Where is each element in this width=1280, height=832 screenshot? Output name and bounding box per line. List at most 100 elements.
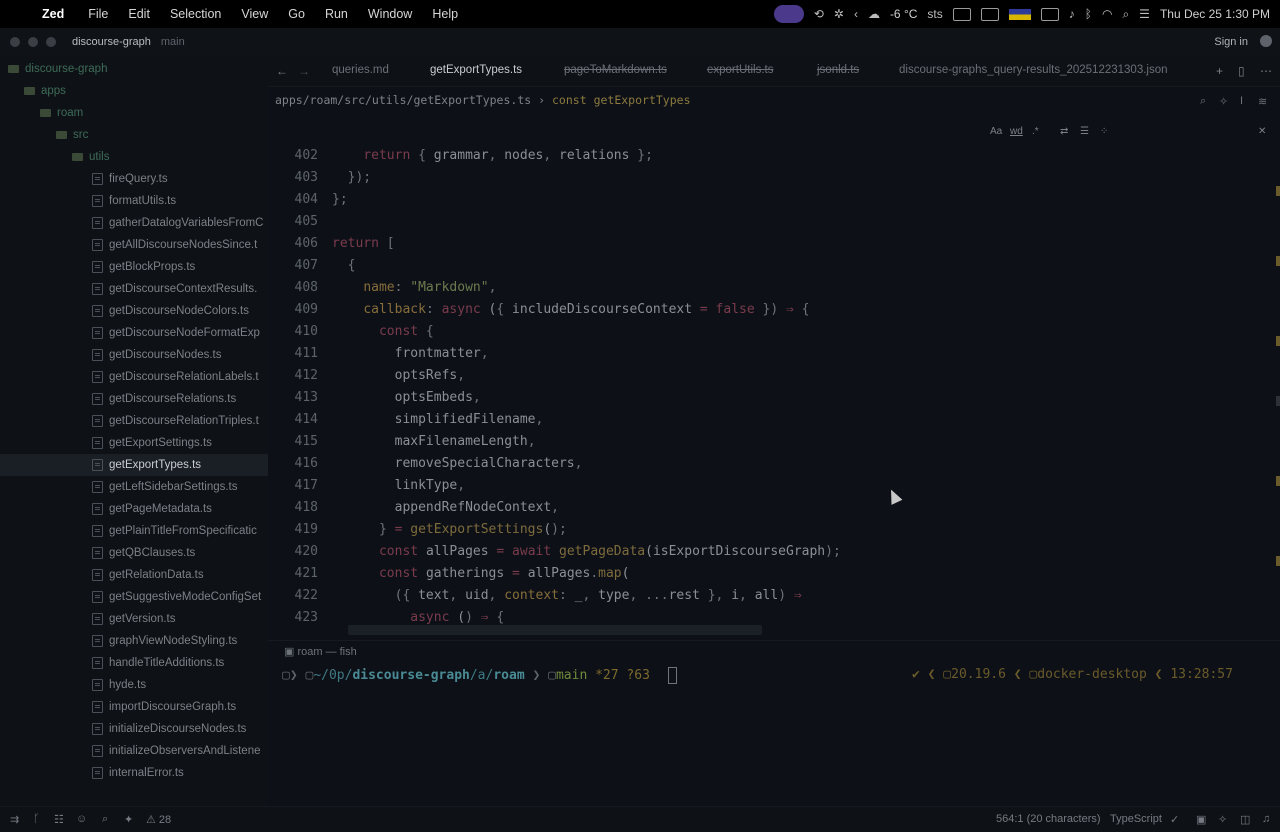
code-editor[interactable]: 402 return { grammar, nodes, relations }… (268, 146, 1268, 636)
window-minimize-button[interactable] (28, 37, 38, 47)
language-selector[interactable]: TypeScript (1110, 813, 1162, 825)
wifi-icon[interactable]: ◠ (1102, 7, 1112, 21)
terminal-prompt[interactable]: ▢❯ ▢~/0p/discourse-graph/a/roam ❯ ▢main … (282, 667, 1272, 684)
horizontal-scrollbar[interactable] (348, 625, 762, 635)
breadcrumb[interactable]: apps/roam/src/utils/getExportTypes.ts › … (275, 93, 691, 107)
avatar[interactable] (1260, 35, 1272, 47)
more-icon[interactable]: ⋯ (1260, 64, 1272, 78)
menu-app-name[interactable]: Zed (42, 7, 64, 21)
code-line[interactable]: removeSpecialCharacters, (332, 456, 583, 471)
code-line[interactable]: const allPages = await getPageData(isExp… (332, 544, 841, 559)
tree-file[interactable]: initializeObserversAndListene (0, 740, 268, 762)
menu-help[interactable]: Help (432, 7, 458, 21)
menu-go[interactable]: Go (288, 7, 305, 21)
spotlight-search-icon[interactable]: ⌕ (1122, 7, 1129, 22)
code-line[interactable]: maxFilenameLength, (332, 434, 536, 449)
code-line[interactable]: }); (332, 170, 372, 185)
navigate-back-icon[interactable]: ← (276, 64, 288, 78)
case-sensitive-toggle[interactable]: Aa (990, 126, 1002, 137)
bluetooth-icon[interactable]: ᛒ (1085, 7, 1092, 21)
breadcrumb-path[interactable]: apps/roam/src/utils/getExportTypes.ts (275, 93, 531, 107)
code-line[interactable]: { (332, 258, 356, 273)
agent-icon[interactable]: ✧ (1218, 813, 1227, 826)
tree-file[interactable]: importDiscourseGraph.ts (0, 696, 268, 718)
search-icon[interactable]: ⌕ (1200, 95, 1206, 108)
tree-file[interactable]: getVersion.ts (0, 608, 268, 630)
code-line[interactable]: callback: async ({ includeDiscourseConte… (332, 302, 809, 317)
tree-folder-src[interactable]: src (0, 124, 268, 146)
collab-icon[interactable]: ☺ (76, 813, 87, 825)
menu-window[interactable]: Window (368, 7, 412, 21)
tree-file[interactable]: internalError.ts (0, 762, 268, 784)
terminal-tab[interactable]: ▣ roam — fish (284, 645, 357, 658)
tree-folder-root[interactable]: discourse-graph (0, 58, 268, 80)
code-line[interactable]: const { (332, 324, 434, 339)
code-line[interactable]: optsRefs, (332, 368, 465, 383)
tab-pagetomarkdown[interactable]: pageToMarkdown.ts (564, 64, 667, 76)
cursor-icon[interactable]: I (1240, 95, 1243, 107)
tree-file[interactable]: handleTitleAdditions.ts (0, 652, 268, 674)
branch-name[interactable]: main (161, 36, 185, 48)
tree-file[interactable]: getDiscourseRelationTriples.t (0, 410, 268, 432)
code-line[interactable]: } = getExportSettings(); (332, 522, 567, 537)
tree-file[interactable]: getPlainTitleFromSpecificatic (0, 520, 268, 542)
display-icon[interactable] (952, 7, 971, 21)
navigate-forward-icon[interactable]: → (298, 64, 310, 78)
new-tab-icon[interactable]: + (1216, 64, 1223, 78)
tree-file[interactable]: graphViewNodeStyling.ts (0, 630, 268, 652)
window-close-button[interactable] (10, 37, 20, 47)
tab-getexporttypes[interactable]: getExportTypes.ts (430, 64, 522, 76)
code-line[interactable]: linkType, (332, 478, 465, 493)
menu-view[interactable]: View (241, 7, 268, 21)
debug-icon[interactable]: ✦ (124, 813, 133, 826)
control-center-icon[interactable]: ☰ (1139, 7, 1150, 21)
whole-word-toggle[interactable]: wd (1010, 126, 1023, 137)
toggle-bottom-dock-icon[interactable]: ▣ (1196, 813, 1206, 826)
terminal-panel[interactable]: ▣ roam — fish ▢❯ ▢ ~/0p/discourse-graph/a… (268, 640, 1280, 807)
diagnostics-button[interactable]: ⚠ 28 (146, 813, 171, 826)
tree-folder-roam[interactable]: roam (0, 102, 268, 124)
toggle-left-dock-icon[interactable]: ⇉ (10, 813, 19, 826)
close-search-icon[interactable]: ✕ (1258, 126, 1266, 137)
tree-file[interactable]: getBlockProps.ts (0, 256, 268, 278)
menu-selection[interactable]: Selection (170, 7, 221, 21)
terminal-tab-label[interactable]: roam — fish (297, 646, 356, 658)
tree-file[interactable]: getDiscourseRelations.ts (0, 388, 268, 410)
battery-icon[interactable] (1040, 7, 1059, 21)
code-line[interactable]: simplifiedFilename, (332, 412, 544, 427)
git-panel-icon[interactable]: ᚴ (33, 813, 40, 825)
code-line[interactable]: optsEmbeds, (332, 390, 481, 405)
project-name[interactable]: discourse-graph (72, 36, 151, 48)
tree-file[interactable]: fireQuery.ts (0, 168, 268, 190)
calendar-icon[interactable] (980, 7, 999, 21)
tree-file[interactable]: getDiscourseRelationLabels.t (0, 366, 268, 388)
warning-count[interactable]: 28 (159, 814, 171, 826)
tree-file[interactable]: getExportTypes.ts (0, 454, 268, 476)
breadcrumb-symbol[interactable]: getExportTypes (594, 93, 691, 107)
include-ignored-icon[interactable]: ⁘ (1100, 126, 1108, 137)
window-zoom-button[interactable] (46, 37, 56, 47)
code-line[interactable]: }; (332, 192, 348, 207)
tree-file[interactable]: formatUtils.ts (0, 190, 268, 212)
clock-history-icon[interactable]: ⟲ (814, 7, 824, 21)
code-line[interactable]: const gatherings = allPages.map( (332, 566, 630, 581)
toggle-right-dock-icon[interactable]: ◫ (1240, 813, 1250, 826)
code-line[interactable]: name: "Markdown", (332, 280, 496, 295)
tab-jsonld[interactable]: jsonld.ts (817, 64, 859, 76)
code-line[interactable]: return [ (332, 236, 395, 251)
menubar-datetime[interactable]: Thu Dec 25 1:30 PM (1160, 7, 1270, 21)
tree-file[interactable]: getLeftSidebarSettings.ts (0, 476, 268, 498)
tab-query-results-json[interactable]: discourse-graphs_query-results_202512231… (899, 64, 1168, 76)
tree-file[interactable]: getRelationData.ts (0, 564, 268, 586)
split-pane-icon[interactable]: ▯ (1238, 64, 1245, 78)
notifications-icon[interactable]: ♫ (1262, 813, 1270, 825)
status-extra-label[interactable]: sts (927, 7, 942, 21)
tree-folder-utils[interactable]: utils (0, 146, 268, 168)
keyboard-layout-flag-icon[interactable] (1008, 8, 1031, 20)
sparkle-assistant-icon[interactable]: ✧ (1219, 95, 1228, 108)
project-search-icon[interactable]: ⌕ (102, 813, 108, 826)
weather-temperature[interactable]: -6 °C (890, 7, 917, 21)
tree-file[interactable]: getPageMetadata.ts (0, 498, 268, 520)
chevron-left-icon[interactable]: ‹ (854, 7, 858, 21)
tree-file[interactable]: hyde.ts (0, 674, 268, 696)
